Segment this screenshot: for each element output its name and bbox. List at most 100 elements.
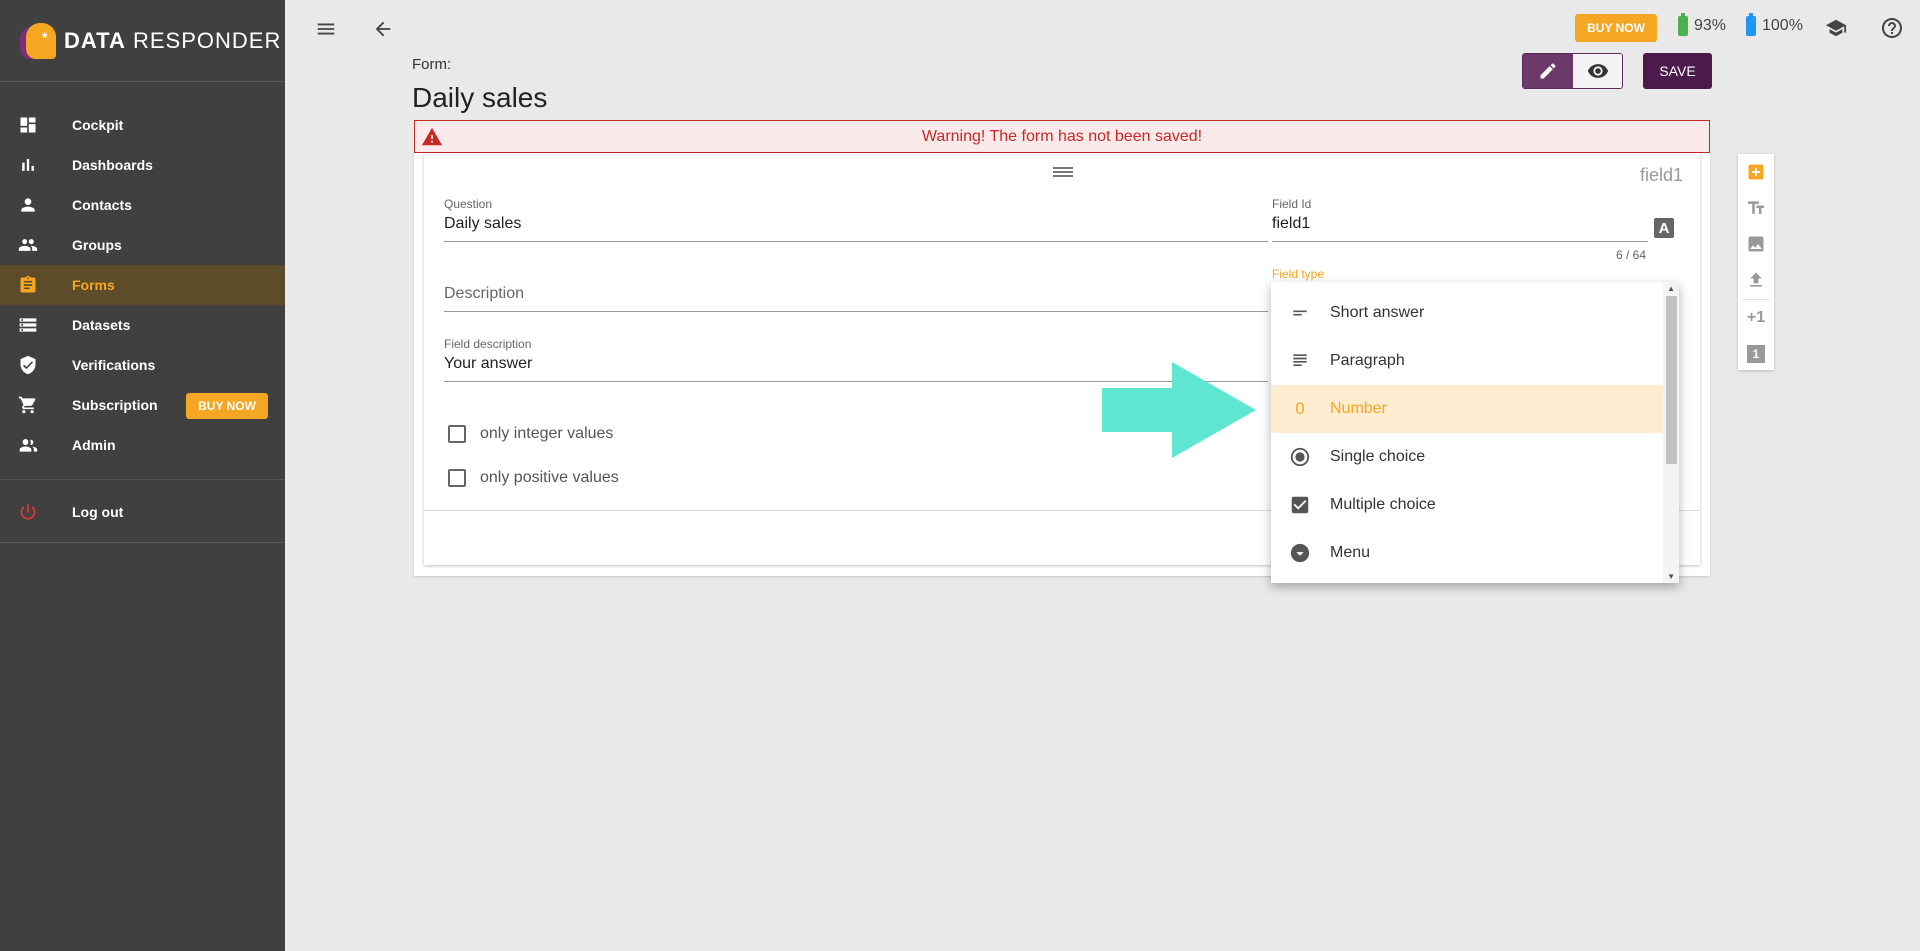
people-icon bbox=[18, 235, 38, 255]
question-input[interactable]: Daily sales bbox=[444, 215, 521, 233]
checkbox-box[interactable] bbox=[448, 469, 466, 487]
field-id-input[interactable]: field1 bbox=[1272, 215, 1310, 233]
sidebar-divider bbox=[0, 542, 285, 543]
graduation-cap-icon[interactable] bbox=[1822, 14, 1850, 42]
description-input[interactable]: Description bbox=[444, 285, 524, 303]
bar-chart-icon bbox=[18, 155, 38, 175]
field-description-input[interactable]: Your answer bbox=[444, 355, 532, 373]
question-label: Question bbox=[444, 197, 493, 211]
sidebar-item-cockpit[interactable]: Cockpit bbox=[0, 105, 285, 145]
annotation-arrow-icon bbox=[1102, 362, 1256, 463]
sidebar-item-forms[interactable]: Forms bbox=[0, 265, 285, 305]
power-icon bbox=[18, 502, 38, 522]
char-counter: 6 / 64 bbox=[1616, 248, 1647, 262]
radio-icon bbox=[1288, 446, 1312, 468]
option-label: Multiple choice bbox=[1330, 496, 1436, 513]
logo[interactable]: * DATA RESPONDER bbox=[0, 0, 285, 82]
option-label: Number bbox=[1330, 400, 1387, 417]
sidebar-item-label: Datasets bbox=[72, 317, 131, 333]
option-label: Menu bbox=[1330, 544, 1371, 561]
pencil-icon bbox=[1540, 63, 1556, 79]
sidebar-item-label: Forms bbox=[72, 277, 115, 293]
scroll-down-icon[interactable]: ▼ bbox=[1667, 572, 1675, 581]
sidebar-item-admin[interactable]: Admin bbox=[0, 425, 285, 465]
option-multiple-choice[interactable]: Multiple choice bbox=[1271, 481, 1663, 529]
right-toolbar: +1 1 bbox=[1738, 154, 1774, 370]
field-id-tag: field1 bbox=[1640, 165, 1684, 185]
buy-now-button[interactable]: BUY NOW bbox=[186, 393, 268, 419]
sidebar-item-label: Admin bbox=[72, 437, 116, 453]
sidebar-item-groups[interactable]: Groups bbox=[0, 225, 285, 265]
checkbox-icon bbox=[1288, 494, 1312, 516]
battery-icon bbox=[1746, 13, 1756, 36]
sidebar-item-contacts[interactable]: Contacts bbox=[0, 185, 285, 225]
edit-mode-button[interactable] bbox=[1523, 54, 1573, 88]
buy-now-top-button[interactable]: BUY NOW bbox=[1575, 14, 1657, 42]
description-underline bbox=[444, 311, 1268, 312]
option-paragraph[interactable]: Paragraph bbox=[1271, 337, 1663, 385]
dropdown-circle-icon bbox=[1288, 542, 1312, 564]
sidebar-item-label: Groups bbox=[72, 237, 122, 253]
sidebar-item-subscription[interactable]: Subscription BUY NOW bbox=[0, 385, 285, 425]
warning-icon bbox=[421, 126, 443, 153]
mode-toggle bbox=[1522, 53, 1623, 89]
battery-icon bbox=[1678, 13, 1688, 36]
save-button[interactable]: SAVE bbox=[1643, 53, 1712, 89]
field-id-underline bbox=[1272, 241, 1648, 242]
plus-one-icon[interactable]: +1 bbox=[1738, 300, 1774, 336]
field-id-label: Field Id bbox=[1272, 197, 1312, 211]
checkbox-label: only positive values bbox=[480, 469, 619, 486]
help-icon[interactable] bbox=[1878, 14, 1906, 42]
battery-blue-value: 100% bbox=[1762, 17, 1803, 34]
sidebar-item-dashboards[interactable]: Dashboards bbox=[0, 145, 285, 185]
drag-handle-icon[interactable] bbox=[1051, 164, 1075, 185]
checkbox-box[interactable] bbox=[448, 425, 466, 443]
person-icon bbox=[18, 195, 38, 215]
sidebar-item-verifications[interactable]: Verifications bbox=[0, 345, 285, 385]
page-one-icon[interactable]: 1 bbox=[1738, 336, 1774, 372]
scroll-up-icon[interactable]: ▲ bbox=[1667, 284, 1675, 293]
dropdown-scrollbar[interactable]: ▲ ▼ bbox=[1663, 282, 1679, 583]
sidebar-item-label: Dashboards bbox=[72, 157, 153, 173]
question-underline bbox=[444, 241, 1268, 242]
option-label: Paragraph bbox=[1330, 352, 1405, 369]
menu-icon[interactable] bbox=[312, 15, 340, 43]
back-arrow-icon[interactable] bbox=[369, 15, 397, 43]
positive-only-checkbox[interactable]: only positive values bbox=[448, 469, 619, 487]
field-description-label: Field description bbox=[444, 337, 532, 351]
option-single-choice[interactable]: Single choice bbox=[1271, 433, 1663, 481]
battery-green-value: 93% bbox=[1694, 17, 1727, 34]
cart-icon bbox=[18, 395, 38, 415]
option-label: Single choice bbox=[1330, 448, 1426, 465]
scroll-thumb[interactable] bbox=[1666, 296, 1677, 464]
add-title-icon[interactable] bbox=[1738, 190, 1774, 226]
logout-button[interactable]: Log out bbox=[0, 492, 285, 532]
field-type-dropdown[interactable]: Short answer Paragraph 0 Number Single c… bbox=[1271, 282, 1679, 583]
add-image-icon[interactable] bbox=[1738, 226, 1774, 262]
text-format-icon[interactable]: A bbox=[1654, 218, 1674, 238]
option-number[interactable]: 0 Number bbox=[1271, 385, 1663, 433]
admin-people-icon bbox=[18, 435, 38, 455]
sidebar-item-label: Verifications bbox=[72, 357, 156, 373]
list-icon bbox=[18, 315, 38, 335]
sidebar-nav: Cockpit Dashboards Contacts Groups Forms… bbox=[0, 82, 285, 543]
sidebar-item-label: Cockpit bbox=[72, 117, 124, 133]
form-label: Form: bbox=[412, 56, 452, 73]
eye-icon bbox=[1587, 64, 1608, 78]
paragraph-icon bbox=[1288, 351, 1312, 371]
unsaved-warning: Warning! The form has not been saved! bbox=[414, 120, 1710, 153]
add-question-icon[interactable] bbox=[1738, 154, 1774, 190]
option-label: Short answer bbox=[1330, 304, 1425, 321]
sidebar-item-datasets[interactable]: Datasets bbox=[0, 305, 285, 345]
logo-text: DATA RESPONDER bbox=[64, 27, 282, 53]
preview-mode-button[interactable] bbox=[1573, 54, 1622, 88]
option-menu[interactable]: Menu bbox=[1271, 529, 1663, 577]
shield-check-icon bbox=[18, 355, 38, 375]
upload-icon[interactable] bbox=[1738, 262, 1774, 298]
option-short-answer[interactable]: Short answer bbox=[1271, 289, 1663, 337]
short-text-icon bbox=[1288, 303, 1312, 323]
integer-only-checkbox[interactable]: only integer values bbox=[448, 425, 613, 443]
sidebar-divider bbox=[0, 479, 285, 480]
number-icon: 0 bbox=[1295, 399, 1305, 418]
battery-blue-indicator: 100% bbox=[1746, 13, 1803, 36]
